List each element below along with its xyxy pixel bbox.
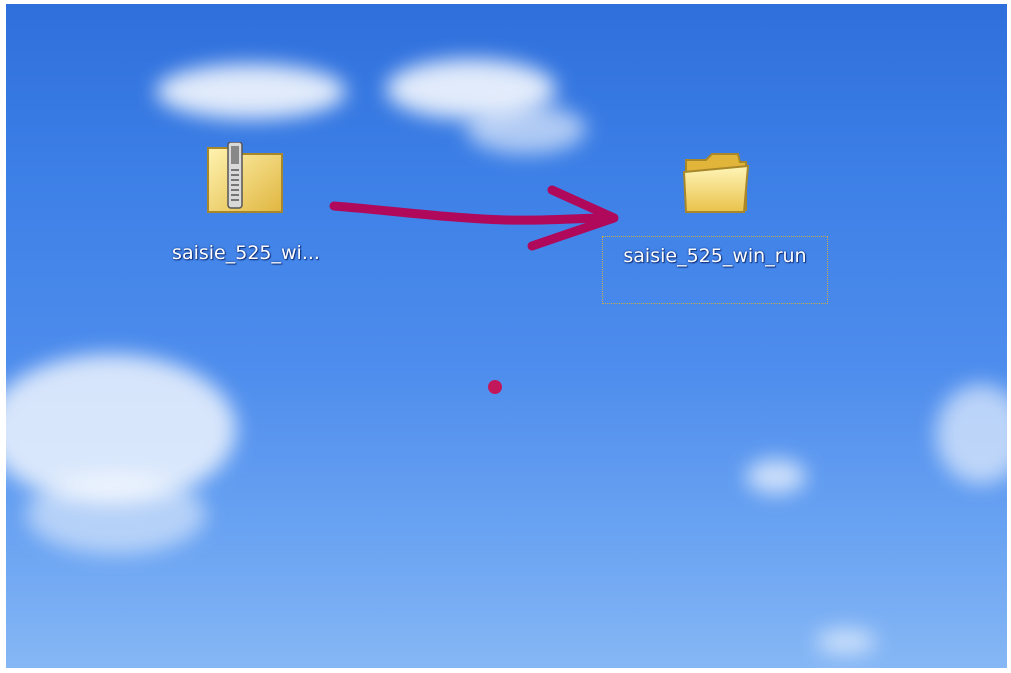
desktop-background[interactable]: saisie_525_wi... saisie_525_win_run xyxy=(6,4,1007,668)
cloud xyxy=(746,459,806,494)
screenshot-frame: saisie_525_wi... saisie_525_win_run xyxy=(0,0,1011,673)
cloud xyxy=(936,384,1007,484)
desktop-icon-label[interactable]: saisie_525_wi... xyxy=(136,240,356,266)
desktop-icon-zip[interactable] xyxy=(204,141,288,216)
desktop-icon-folder[interactable] xyxy=(680,146,752,216)
desktop-icon-label-selected[interactable]: saisie_525_win_run xyxy=(602,236,828,304)
cloud xyxy=(816,629,876,654)
zip-folder-icon xyxy=(207,141,283,213)
annotation-arrow xyxy=(329,185,619,251)
annotation-dot xyxy=(488,380,502,394)
cloud xyxy=(26,474,206,554)
cloud xyxy=(156,64,346,119)
cloud xyxy=(466,104,586,154)
folder-icon xyxy=(682,153,750,213)
